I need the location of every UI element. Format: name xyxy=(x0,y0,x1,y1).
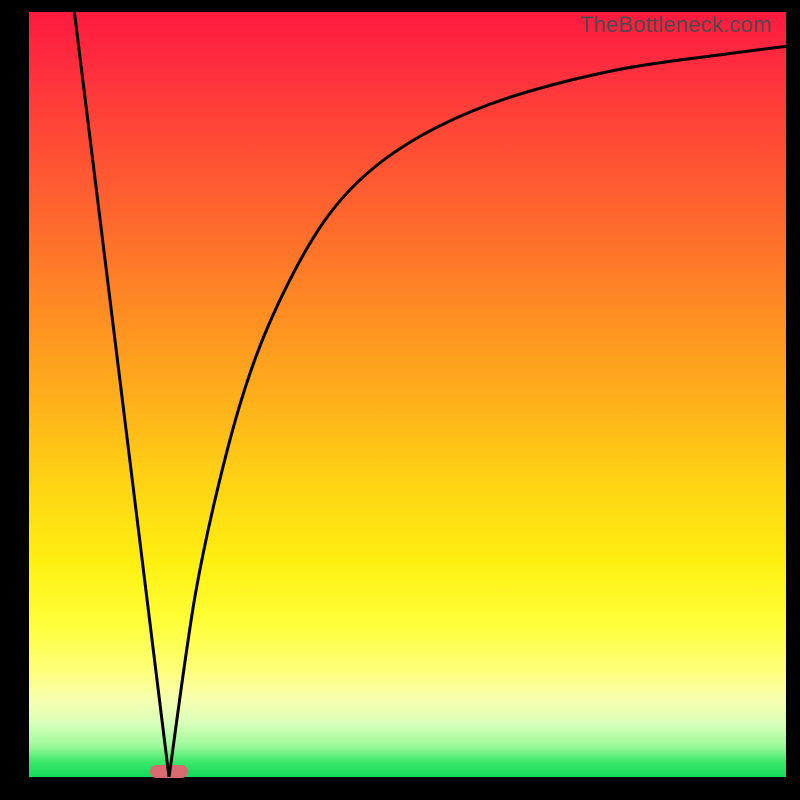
bottleneck-right-curve xyxy=(169,46,786,777)
bottleneck-left-line xyxy=(74,12,169,777)
watermark-text: TheBottleneck.com xyxy=(580,12,772,38)
chart-frame: TheBottleneck.com xyxy=(0,0,800,800)
curve-layer xyxy=(29,12,786,777)
plot-area: TheBottleneck.com xyxy=(29,12,786,777)
